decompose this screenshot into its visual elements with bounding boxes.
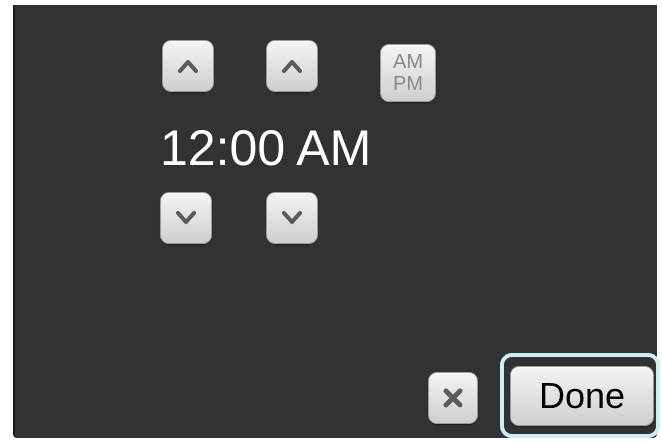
chevron-down-icon [282, 211, 302, 224]
pm-label: PM [393, 73, 423, 95]
chevron-down-icon [176, 211, 196, 224]
hour-down-button[interactable] [160, 192, 212, 244]
close-icon [443, 388, 463, 408]
chevron-up-icon [178, 60, 198, 73]
minute-down-button[interactable] [266, 192, 318, 244]
hour-up-button[interactable] [162, 40, 214, 92]
time-display: 12:00 AM [160, 120, 372, 176]
minute-up-button[interactable] [266, 40, 318, 92]
chevron-up-icon [282, 60, 302, 73]
ampm-toggle-button[interactable]: AM PM [380, 44, 436, 102]
done-label: Done [538, 375, 626, 416]
cancel-button[interactable] [428, 372, 478, 424]
done-button[interactable]: Done [510, 366, 654, 426]
am-label: AM [393, 51, 423, 73]
